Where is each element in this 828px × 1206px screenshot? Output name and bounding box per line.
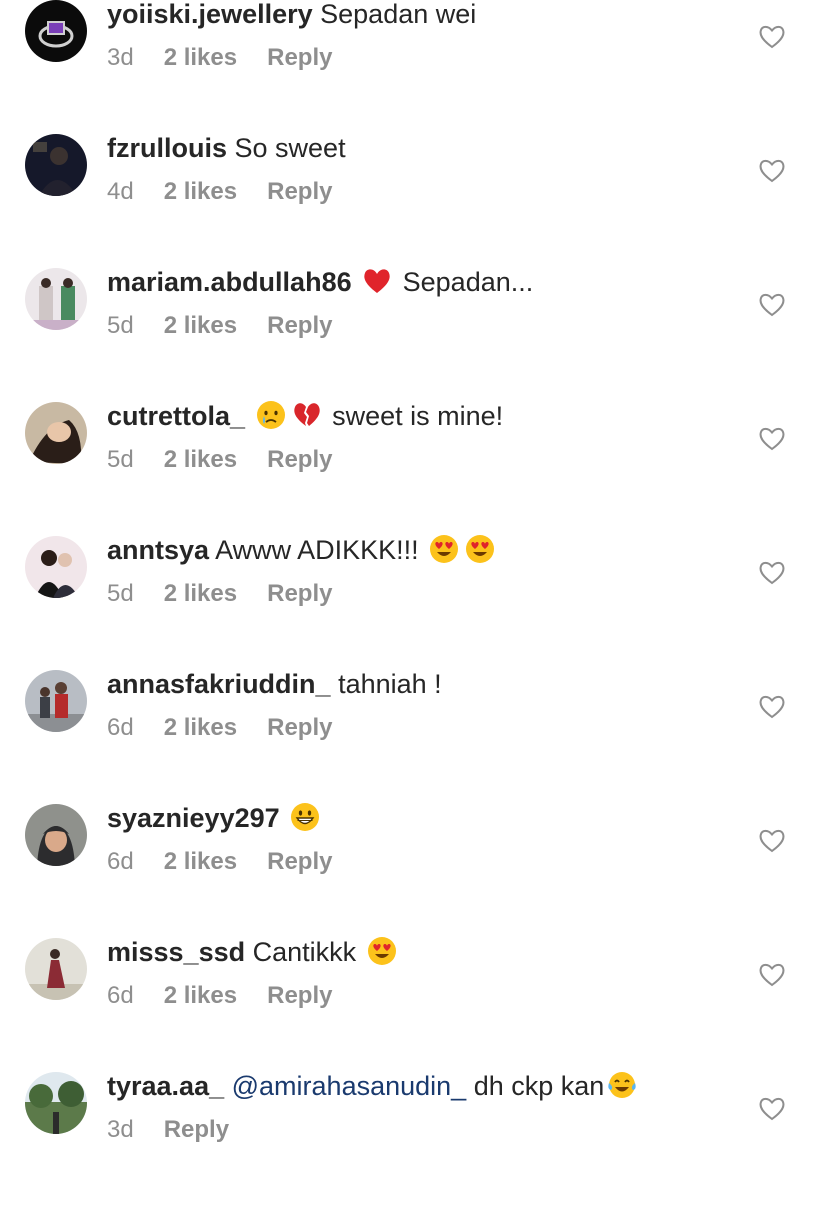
like-heart-icon[interactable] — [758, 559, 786, 585]
avatar[interactable] — [25, 134, 87, 196]
like-heart-icon[interactable] — [758, 425, 786, 451]
comment-item: yoiiski.jewellery Sepadan wei 3d 2 likes R… — [0, 0, 828, 134]
comment-username[interactable]: anntsya — [107, 535, 209, 565]
like-heart-icon[interactable] — [758, 23, 786, 49]
comment-meta: 3d Reply — [107, 1116, 259, 1144]
likes-count[interactable]: 2 likes — [164, 714, 237, 741]
likes-count[interactable]: 2 likes — [164, 178, 237, 205]
comment-time: 5d — [107, 580, 134, 607]
comment-meta: 4d 2 likes Reply — [107, 178, 362, 206]
comment-item: tyraa.aa_ @amirahasanudin_ dh ckp kan 3d R… — [0, 1069, 828, 1206]
comment-line: mariam.abdullah86 Sepadan... — [107, 265, 533, 299]
comment-username[interactable]: misss_ssd — [107, 937, 245, 967]
comment-time: 6d — [107, 714, 134, 741]
comment-line: tyraa.aa_ @amirahasanudin_ dh ckp kan — [107, 1069, 640, 1103]
comment-username[interactable]: annasfakriuddin_ — [107, 669, 331, 699]
crying-face-emoji — [255, 399, 287, 431]
comment-username[interactable]: tyraa.aa_ — [107, 1071, 224, 1101]
comment-username[interactable]: yoiiski.jewellery — [107, 0, 313, 29]
reply-button[interactable]: Reply — [267, 44, 332, 71]
comment-line: misss_ssd Cantikkk — [107, 935, 400, 969]
likes-count[interactable]: 2 likes — [164, 580, 237, 607]
like-heart-icon[interactable] — [758, 827, 786, 853]
comment-item: annasfakriuddin_ tahniah ! 6d 2 likes Repl… — [0, 667, 828, 804]
like-heart-icon[interactable] — [758, 1095, 786, 1121]
grinning-face-emoji — [289, 801, 321, 833]
mention-link[interactable]: @amirahasanudin_ — [232, 1071, 467, 1101]
comment-meta: 6d 2 likes Reply — [107, 714, 362, 742]
avatar[interactable] — [25, 402, 87, 464]
reply-button[interactable]: Reply — [267, 714, 332, 741]
comment-meta: 6d 2 likes Reply — [107, 848, 362, 876]
comment-text: So sweet — [234, 133, 346, 163]
comment-text-after: dh ckp kan — [473, 1071, 605, 1101]
comment-time: 3d — [107, 44, 134, 71]
likes-count[interactable]: 2 likes — [164, 982, 237, 1009]
comment-time: 5d — [107, 446, 134, 473]
reply-button[interactable]: Reply — [267, 580, 332, 607]
heart-eyes-emoji — [428, 533, 460, 565]
comment-item: syaznieyy297 6d 2 likes Reply — [0, 801, 828, 938]
comment-text: Awww ADIKKK!!! — [215, 535, 419, 565]
like-heart-icon[interactable] — [758, 157, 786, 183]
avatar[interactable] — [25, 670, 87, 732]
comment-username[interactable]: mariam.abdullah86 — [107, 267, 352, 297]
comment-text: Sepadan wei — [320, 0, 477, 29]
comment-text: tahniah ! — [338, 669, 442, 699]
avatar[interactable] — [25, 536, 87, 598]
comment-item: cutrettola_ sweet is mine! 5d 2 likes Reply — [0, 399, 828, 536]
comment-text-after: sweet is mine! — [332, 401, 504, 431]
reply-button[interactable]: Reply — [267, 848, 332, 875]
comment-meta: 5d 2 likes Reply — [107, 312, 362, 340]
reply-button[interactable]: Reply — [267, 312, 332, 339]
heart-eyes-emoji — [366, 935, 398, 967]
tears-of-joy-emoji — [606, 1069, 638, 1101]
comment-line: fzrullouis So sweet — [107, 131, 346, 165]
comment-item: anntsya Awww ADIKKK!!! 5d 2 likes Reply — [0, 533, 828, 670]
avatar[interactable] — [25, 804, 87, 866]
avatar[interactable] — [25, 938, 87, 1000]
comment-username[interactable]: fzrullouis — [107, 133, 227, 163]
like-heart-icon[interactable] — [758, 291, 786, 317]
reply-button[interactable]: Reply — [267, 178, 332, 205]
comment-username[interactable]: syaznieyy297 — [107, 803, 280, 833]
likes-count[interactable]: 2 likes — [164, 312, 237, 339]
comment-meta: 6d 2 likes Reply — [107, 982, 362, 1010]
likes-count[interactable]: 2 likes — [164, 44, 237, 71]
comment-time: 4d — [107, 178, 134, 205]
comment-time: 6d — [107, 848, 134, 875]
comment-meta: 3d 2 likes Reply — [107, 44, 362, 72]
avatar[interactable] — [25, 268, 87, 330]
comment-time: 6d — [107, 982, 134, 1009]
heart-eyes-emoji — [464, 533, 496, 565]
likes-count[interactable]: 2 likes — [164, 446, 237, 473]
likes-count[interactable]: 2 likes — [164, 848, 237, 875]
comment-text: Cantikkk — [252, 937, 357, 967]
comment-list: yoiiski.jewellery Sepadan wei 3d 2 likes R… — [0, 0, 828, 1157]
avatar[interactable] — [25, 1072, 87, 1134]
comment-meta: 5d 2 likes Reply — [107, 580, 362, 608]
comment-item: mariam.abdullah86 Sepadan... 5d 2 likes Rep… — [0, 265, 828, 402]
avatar[interactable] — [25, 0, 87, 62]
like-heart-icon[interactable] — [758, 693, 786, 719]
comment-text-after: Sepadan... — [402, 267, 534, 297]
comment-username[interactable]: cutrettola_ — [107, 401, 245, 431]
reply-button[interactable]: Reply — [164, 1116, 229, 1143]
comment-meta: 5d 2 likes Reply — [107, 446, 362, 474]
comment-line: yoiiski.jewellery Sepadan wei — [107, 0, 476, 31]
comment-item: misss_ssd Cantikkk 6d 2 likes Reply — [0, 935, 828, 1072]
like-heart-icon[interactable] — [758, 961, 786, 987]
comment-time: 3d — [107, 1116, 134, 1143]
reply-button[interactable]: Reply — [267, 982, 332, 1009]
comment-line: anntsya Awww ADIKKK!!! — [107, 533, 498, 567]
red-heart-emoji — [361, 265, 393, 297]
comment-item: fzrullouis So sweet 4d 2 likes Reply — [0, 131, 828, 268]
comment-line: cutrettola_ sweet is mine! — [107, 399, 503, 433]
comment-line: syaznieyy297 — [107, 801, 323, 835]
broken-heart-emoji — [291, 399, 323, 431]
reply-button[interactable]: Reply — [267, 446, 332, 473]
comment-time: 5d — [107, 312, 134, 339]
comment-line: annasfakriuddin_ tahniah ! — [107, 667, 442, 701]
